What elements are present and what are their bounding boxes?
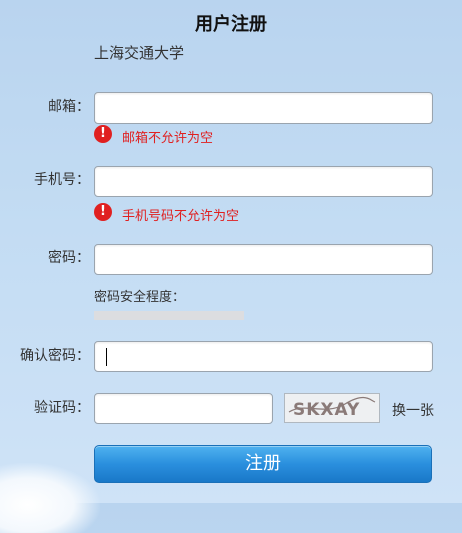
captcha-graphic: SKXAY bbox=[288, 396, 376, 420]
phone-error-text: 手机号码不允许为空 bbox=[122, 209, 240, 224]
refresh-captcha-link[interactable]: 换一张 bbox=[392, 400, 434, 420]
error-icon: ! bbox=[94, 125, 112, 143]
captcha-text: SKXAY bbox=[293, 400, 360, 420]
confirm-password-label: 确认密码： bbox=[20, 348, 90, 364]
confirm-password-input[interactable] bbox=[94, 341, 433, 372]
text-caret bbox=[106, 348, 107, 366]
captcha-label: 验证码： bbox=[34, 400, 90, 416]
password-strength-bar bbox=[94, 311, 244, 320]
captcha-image[interactable]: SKXAY bbox=[284, 393, 380, 423]
captcha-input[interactable] bbox=[94, 393, 273, 424]
error-icon: ! bbox=[94, 203, 112, 221]
password-input[interactable] bbox=[94, 244, 433, 275]
cloud-decoration bbox=[0, 463, 100, 533]
password-label: 密码： bbox=[48, 250, 90, 266]
phone-label: 手机号： bbox=[34, 172, 90, 188]
school-name: 上海交通大学 bbox=[94, 44, 185, 62]
email-input[interactable] bbox=[94, 92, 433, 124]
page-title: 用户注册 bbox=[195, 14, 267, 35]
register-button[interactable]: 注册 bbox=[94, 445, 432, 483]
password-strength-label: 密码安全程度： bbox=[94, 290, 186, 305]
email-label: 邮箱： bbox=[48, 99, 90, 115]
phone-input[interactable] bbox=[94, 166, 433, 197]
email-error-text: 邮箱不允许为空 bbox=[122, 131, 214, 146]
